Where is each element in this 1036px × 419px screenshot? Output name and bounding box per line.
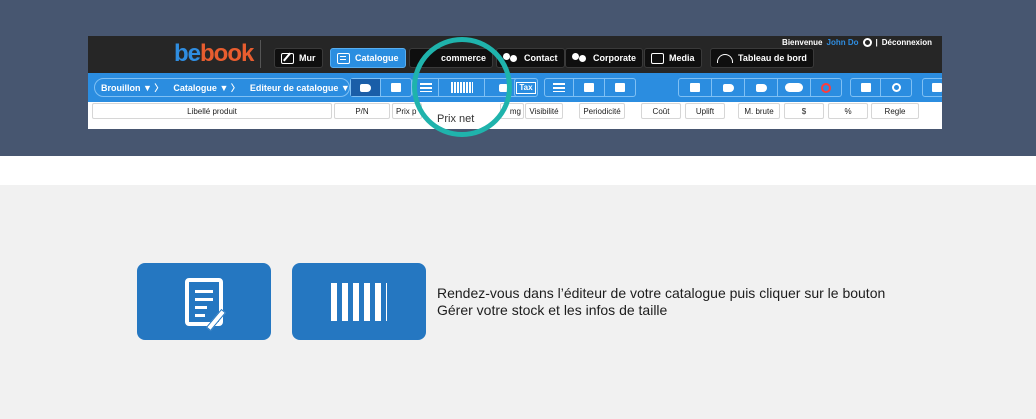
welcome-area: Bienvenue John Do | Déconnexion — [782, 38, 932, 47]
toolbar-group-view — [544, 78, 636, 97]
export-icon — [860, 83, 871, 92]
bebook-logo[interactable]: bebook — [174, 40, 254, 68]
breadcrumb: Brouillon ▼ 〉 Catalogue ▼ 〉 Editeur de c… — [94, 78, 350, 97]
col-uplift[interactable]: Uplift — [685, 103, 725, 119]
edit-icon — [281, 52, 294, 64]
hierarchy-icon — [614, 83, 625, 92]
multi-tag-button[interactable] — [745, 79, 778, 96]
more-icon — [932, 83, 942, 92]
toolbar-group-price — [350, 78, 412, 97]
separator-text: | — [875, 38, 878, 47]
logo-part-be: be — [174, 40, 201, 67]
currency-button[interactable] — [381, 79, 411, 96]
nav-corporate-label: Corporate — [593, 53, 637, 63]
col-periodicite[interactable]: Periodicité — [579, 103, 625, 119]
breadcrumb-item-catalogue[interactable]: Catalogue ▼ 〉 — [173, 81, 239, 94]
col-marge-brute[interactable]: M. brute — [738, 103, 780, 119]
catalog-toolbar: Brouillon ▼ 〉 Catalogue ▼ 〉 Editeur de c… — [88, 73, 942, 102]
col-regle[interactable]: Regle — [871, 103, 919, 119]
tags-icon — [755, 83, 767, 92]
instruction-text: Rendez-vous dans l’éditeur de votre cata… — [437, 285, 886, 318]
media-icon — [651, 52, 664, 64]
col-libelle-produit[interactable]: Libellé produit — [92, 103, 332, 119]
col-pn[interactable]: P/N — [334, 103, 390, 119]
toolbar-group-tools — [850, 78, 912, 97]
nav-contact-label: Contact — [524, 53, 558, 63]
dashboard-icon — [717, 53, 733, 63]
logo-part-book: book — [200, 40, 254, 67]
add-folder-button[interactable] — [679, 79, 712, 96]
col-dollar[interactable]: $ — [784, 103, 824, 119]
toolbar-group-actions — [678, 78, 842, 97]
compare-button[interactable] — [574, 79, 605, 96]
breadcrumb-item-brouillon[interactable]: Brouillon ▼ 〉 — [101, 81, 163, 94]
catalog-editor-button[interactable] — [137, 263, 271, 340]
logout-link[interactable]: Déconnexion — [882, 38, 932, 47]
document-edit-icon — [185, 277, 227, 331]
tax-button[interactable]: Tax — [515, 79, 537, 96]
col-cout[interactable]: Coût — [641, 103, 681, 119]
toolbar-group-more — [922, 78, 942, 97]
col-percent[interactable]: % — [828, 103, 868, 119]
nav-media[interactable]: Media — [644, 48, 702, 68]
column-header-row: Libellé produit P/N Prix p mg Visibilité… — [88, 102, 942, 122]
add-tag-button[interactable] — [712, 79, 745, 96]
cloud-icon — [785, 83, 803, 92]
nav-tableau-de-bord[interactable]: Tableau de bord — [710, 48, 814, 68]
search-button[interactable] — [881, 79, 911, 96]
col-visibilite[interactable]: Visibilité — [525, 103, 563, 119]
barcode-icon — [331, 282, 387, 321]
nav-catalogue-label: Catalogue — [355, 53, 399, 63]
list-icon — [553, 83, 566, 92]
toolbar-group-tax: Tax — [514, 78, 538, 97]
currency-icon — [391, 83, 401, 92]
more-button[interactable] — [923, 79, 942, 96]
folder-icon — [690, 83, 700, 92]
export-button[interactable] — [851, 79, 882, 96]
user-name-link[interactable]: John Do — [827, 38, 859, 47]
nav-dashboard-label: Tableau de bord — [738, 53, 807, 63]
catalog-icon — [337, 52, 350, 64]
app-screenshot: bebook Mur Catalogue commerce Contact Co… — [88, 36, 942, 129]
compare-icon — [584, 83, 595, 92]
tax-label: Tax — [516, 81, 536, 94]
nav-mur-label: Mur — [299, 53, 316, 63]
highlight-circle — [412, 37, 512, 137]
price-tag-icon — [360, 83, 371, 92]
disable-button[interactable] — [811, 79, 841, 96]
nav-catalogue[interactable]: Catalogue — [330, 48, 406, 68]
list-view-button[interactable] — [545, 79, 575, 96]
search-icon — [891, 83, 901, 92]
tag-icon — [722, 83, 734, 92]
price-tag-button[interactable] — [351, 79, 382, 96]
separator-strip — [0, 156, 1036, 185]
cloud-button[interactable] — [778, 79, 811, 96]
corporate-icon — [572, 52, 588, 64]
welcome-text: Bienvenue — [782, 38, 823, 47]
hierarchy-button[interactable] — [605, 79, 635, 96]
stock-size-info-button[interactable] — [292, 263, 426, 340]
nav-corporate[interactable]: Corporate — [565, 48, 644, 68]
nav-mur[interactable]: Mur — [274, 48, 323, 68]
logo-divider — [260, 40, 261, 68]
top-navbar: bebook Mur Catalogue commerce Contact Co… — [88, 36, 942, 73]
breadcrumb-item-editeur[interactable]: Editeur de catalogue ▼ — [250, 83, 350, 93]
settings-gear-icon[interactable] — [862, 38, 872, 47]
prohibited-icon — [821, 82, 831, 93]
nav-media-label: Media — [669, 53, 695, 63]
